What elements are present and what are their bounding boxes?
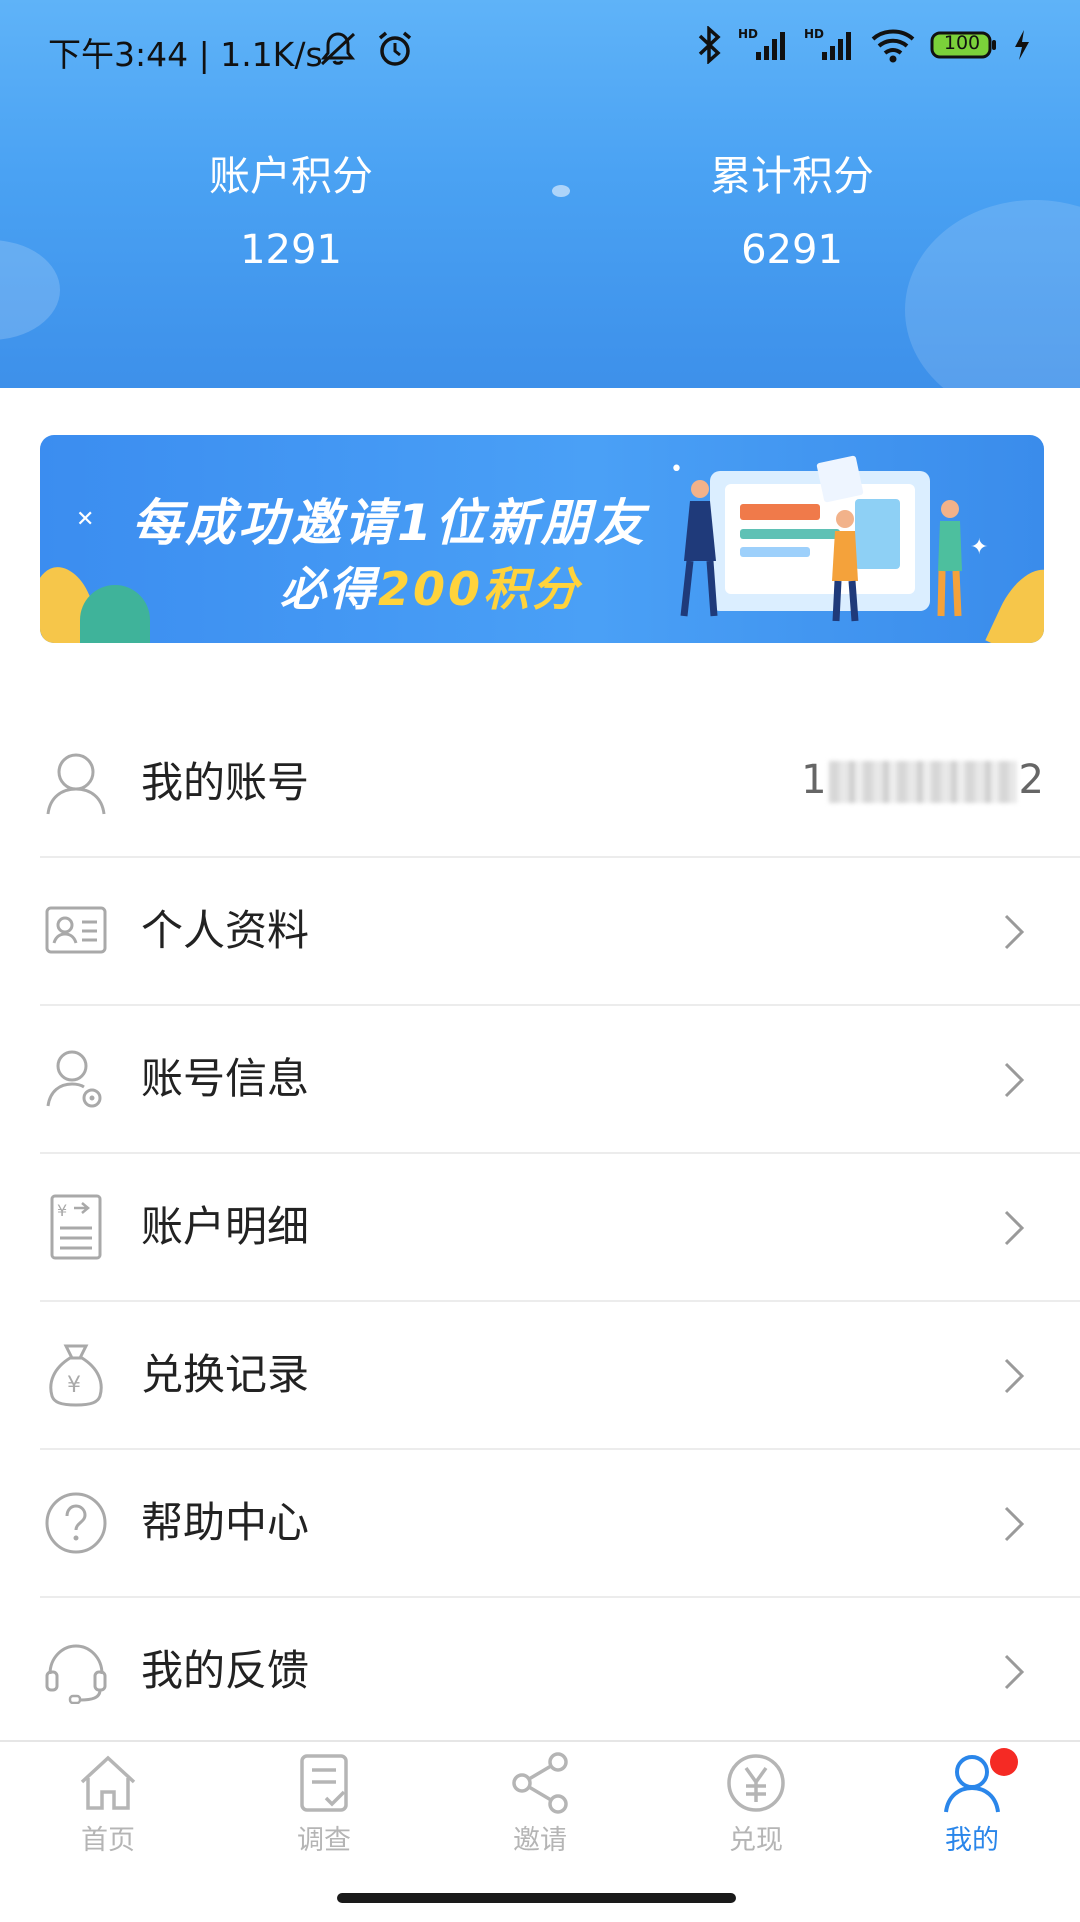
account-points-label: 账户积分 [209,152,373,200]
svg-text:HD: HD [804,27,824,41]
svg-text:¥: ¥ [57,1201,67,1220]
masked-digits [828,761,1017,803]
alarm-icon [375,30,415,72]
nav-label: 邀请 [513,1825,567,1856]
menu-item-account-info[interactable]: 账号信息 [40,1006,1080,1154]
banner-subtitle-highlight: 200积分 [378,562,582,616]
nav-label: 我的 [945,1825,999,1856]
nav-label: 兑现 [729,1825,783,1856]
chevron-right-icon [1002,1356,1026,1400]
menu-item-label: 账户明细 [141,1202,310,1251]
money-bag-icon: ¥ [44,1342,108,1408]
banner-title: 每成功邀请1位新朋友 [132,494,647,552]
nav-label: 首页 [81,1825,135,1856]
menu-item-my-feedback[interactable]: 我的反馈 [40,1598,1080,1746]
yuan-coin-icon [727,1754,785,1812]
account-number-end: 2 [1018,757,1044,803]
banner-subtitle: 必得200积分 [280,553,581,619]
nav-tab-home[interactable]: 首页 [38,1752,178,1857]
chevron-right-icon [1002,1060,1026,1104]
points-header: 下午3:44 | 1.1K/s HD HD 100 账户积分 1291 累计积分… [0,0,1080,388]
menu-item-account-details[interactable]: ¥ 账户明细 [40,1154,1080,1302]
nav-label: 调查 [297,1825,351,1856]
status-icons: HD HD 100 [694,26,1032,64]
total-points-label: 累计积分 [710,152,874,200]
menu-item-label: 兑换记录 [141,1350,310,1399]
menu-item-exchange-records[interactable]: ¥ 兑换记录 [40,1302,1080,1450]
mute-icon [318,30,358,72]
id-card-icon [44,898,108,964]
status-bar: 下午3:44 | 1.1K/s HD HD 100 [0,0,1080,98]
user-outline-icon [44,750,108,816]
menu-item-label: 我的反馈 [141,1646,310,1695]
account-number-start: 1 [801,757,827,803]
svg-text:¥: ¥ [67,1373,81,1398]
account-points-value: 1291 [240,227,342,273]
wifi-icon [870,26,916,64]
menu-item-profile[interactable]: 个人资料 [40,858,1080,1006]
total-points: 累计积分 6291 [642,150,942,276]
battery-level: 100 [943,32,981,54]
menu-item-label: 个人资料 [141,906,310,955]
chevron-right-icon [1002,1652,1026,1696]
total-points-value: 6291 [741,227,843,273]
help-circle-icon [44,1490,108,1556]
signal-hd-icon: HD [804,26,856,64]
user-settings-icon [44,1046,108,1112]
nav-tab-cashout[interactable]: 兑现 [686,1752,826,1857]
sparkle-icon: ✕ [76,507,95,532]
bluetooth-icon [694,26,724,64]
home-icon [80,1755,136,1810]
decor-leaf [80,585,150,643]
menu-item-label: 帮助中心 [141,1498,310,1547]
ledger-icon: ¥ [44,1194,108,1260]
menu-item-label: 我的账号 [141,758,310,807]
decor-leaf [985,558,1044,643]
survey-icon [300,1754,348,1812]
charging-icon [1012,28,1032,62]
nav-tab-survey[interactable]: 调查 [254,1752,394,1857]
svg-text:HD: HD [738,27,758,41]
decor-bubble [552,185,570,197]
decor-bubble [0,240,60,340]
account-number: 12 [801,757,1044,803]
nav-tab-invite[interactable]: 邀请 [470,1752,610,1857]
signal-hd-icon: HD [738,26,790,64]
menu-item-my-account[interactable]: 我的账号 12 [40,710,1080,858]
chevron-right-icon [1002,1208,1026,1252]
chevron-right-icon [1002,912,1026,956]
sparkle-icon: ✦ [970,535,989,560]
headset-icon [44,1638,108,1705]
menu-list: 我的账号 12 个人资料 账号信息 ¥ 账户明细 ¥ 兑换记录 帮助中心 我的反… [0,710,1080,1746]
status-time: 下午3:44 | 1.1K/s [48,35,323,74]
nav-tab-mine[interactable]: 我的 [902,1748,1042,1857]
invite-banner[interactable]: ✕ • ✦ 每成功邀请1位新朋友 必得200积分 [40,435,1044,643]
notification-badge [990,1748,1018,1776]
people-screen-illustration [680,455,962,622]
banner-subtitle-prefix: 必得 [280,562,378,616]
home-indicator[interactable] [337,1893,736,1903]
share-icon [512,1752,568,1814]
menu-item-help-center[interactable]: 帮助中心 [40,1450,1080,1598]
chevron-right-icon [1002,1504,1026,1548]
battery-icon: 100 [930,30,998,60]
menu-item-label: 账号信息 [141,1054,310,1103]
account-points: 账户积分 1291 [141,150,441,276]
